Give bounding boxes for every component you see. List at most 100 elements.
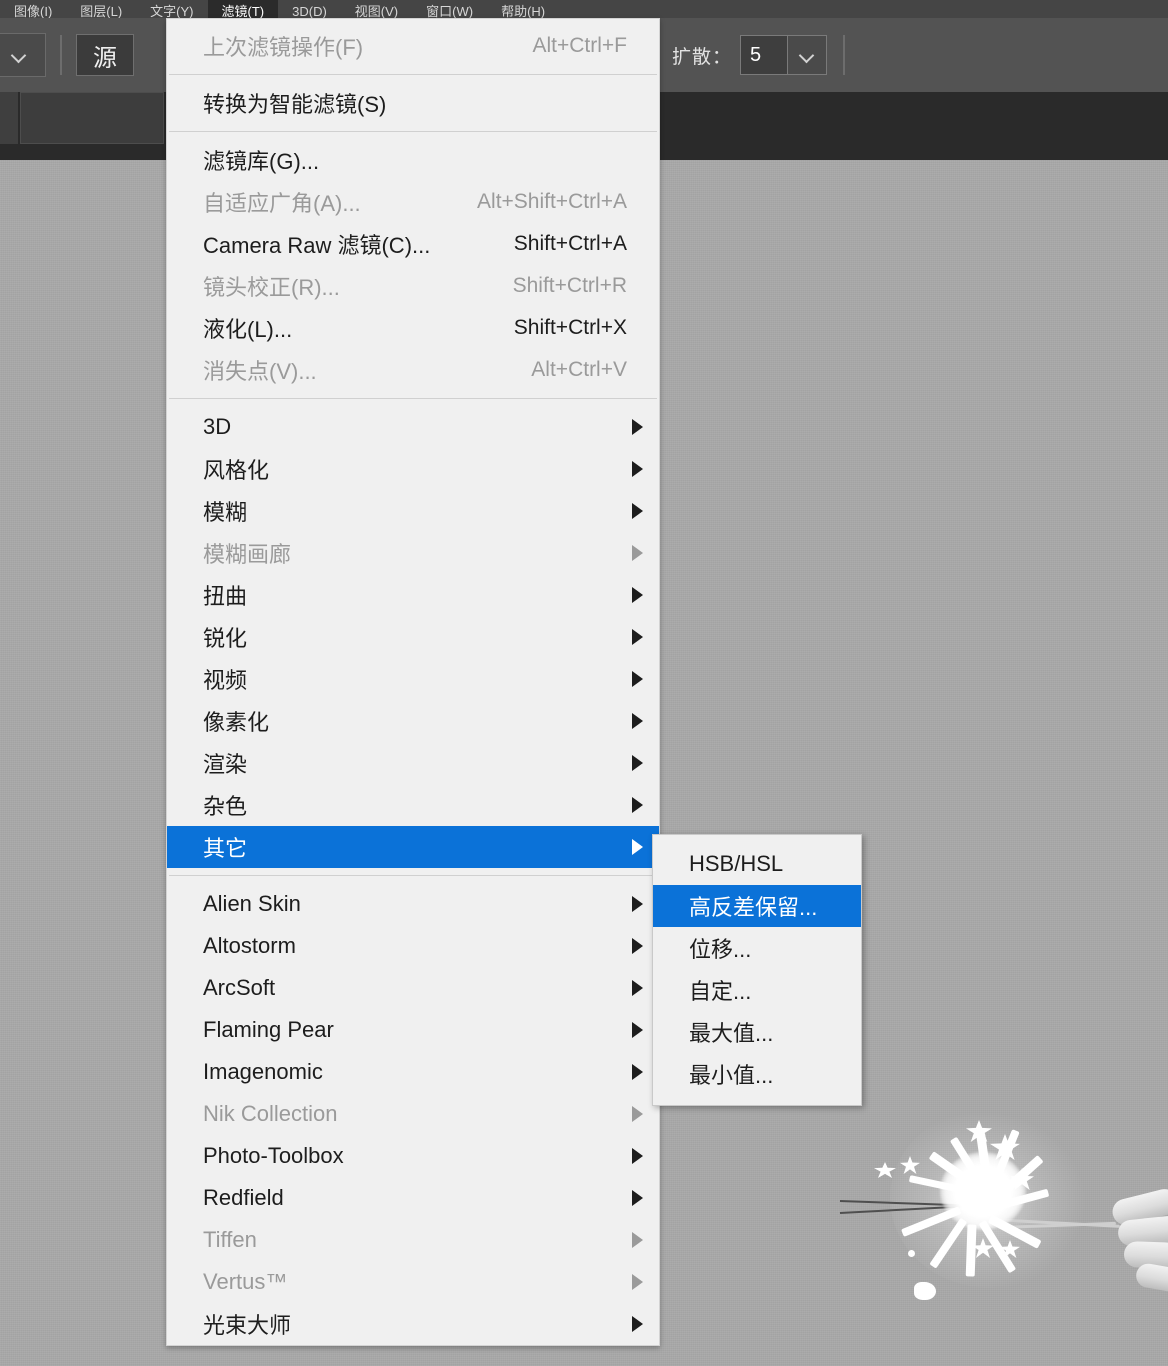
filter-menu-item: 模糊画廊: [167, 532, 659, 574]
filter-menu-dropdown[interactable]: 上次滤镜操作(F) Alt+Ctrl+F 转换为智能滤镜(S) 滤镜库(G)... 自适…: [166, 18, 660, 1346]
options-divider: [843, 35, 846, 75]
document-tab[interactable]: [20, 92, 164, 144]
submenu-arrow-icon: [632, 839, 643, 855]
diffuse-dropdown-button[interactable]: [787, 36, 827, 74]
filter-menu-item[interactable]: 像素化: [167, 700, 659, 742]
submenu-arrow-icon: [632, 713, 643, 729]
submenu-arrow-icon: [632, 797, 643, 813]
filter-menu-item[interactable]: 视频: [167, 658, 659, 700]
filter-menu-item-shortcut: Shift+Ctrl+A: [513, 232, 627, 255]
filter-menu-item-label: 上次滤镜操作(F): [203, 35, 364, 60]
hand-finger: [1134, 1261, 1168, 1295]
filter-menu-item[interactable]: Photo-Toolbox: [167, 1135, 659, 1177]
diffuse-value[interactable]: 5: [741, 36, 787, 74]
menubar-item-4[interactable]: 3D(D): [278, 0, 341, 18]
menu-separator: [169, 398, 657, 399]
filter-menu-item[interactable]: 其它: [167, 826, 659, 868]
filter-menu-item[interactable]: Camera Raw 滤镜(C)... Shift+Ctrl+A: [167, 223, 659, 265]
filter-menu-item-label: Flaming Pear: [203, 1017, 334, 1042]
filter-menu-item-label: Tiffen: [203, 1227, 257, 1252]
photoshop-window: 图像(I) 图层(L) 文字(Y) 滤镜(T) 3D(D) 视图(V) 窗口(W) 帮助(H)…: [0, 0, 1168, 1366]
filter-menu-item[interactable]: ArcSoft: [167, 967, 659, 1009]
filter-menu-item[interactable]: 转换为智能滤镜(S): [167, 82, 659, 124]
filter-menu-item-label: Altostorm: [203, 933, 296, 958]
submenu-arrow-icon: [632, 1148, 643, 1164]
filter-menu-item[interactable]: Imagenomic: [167, 1051, 659, 1093]
filter-menu-item: 消失点(V)... Alt+Ctrl+V: [167, 349, 659, 391]
submenu-arrow-icon: [632, 545, 643, 561]
submenu-arrow-icon: [632, 671, 643, 687]
spark-flake: [914, 1282, 936, 1300]
other-submenu-item[interactable]: 高反差保留...: [653, 885, 861, 927]
options-divider: [60, 35, 62, 75]
menu-separator: [169, 74, 657, 75]
submenu-arrow-icon: [632, 419, 643, 435]
filter-menu-item[interactable]: 光束大师: [167, 1303, 659, 1345]
submenu-arrow-icon: [632, 1274, 643, 1290]
filter-menu-item-label: ArcSoft: [203, 975, 276, 1000]
filter-menu-item: 镜头校正(R)... Shift+Ctrl+R: [167, 265, 659, 307]
filter-menu-item-label: 镜头校正(R)...: [203, 275, 340, 300]
submenu-arrow-icon: [632, 1190, 643, 1206]
menubar-item-5[interactable]: 视图(V): [341, 0, 412, 18]
filter-menu-item[interactable]: 扭曲: [167, 574, 659, 616]
filter-menu-item-label: Redfield: [203, 1185, 284, 1210]
filter-menu-item-label: 3D: [203, 414, 232, 439]
submenu-arrow-icon: [632, 629, 643, 645]
menubar-item-2[interactable]: 文字(Y): [136, 0, 207, 18]
other-submenu-item[interactable]: 最大值...: [653, 1011, 861, 1053]
filter-menu-item-label: Imagenomic: [203, 1059, 323, 1084]
submenu-arrow-icon: [632, 755, 643, 771]
filter-menu-item: 上次滤镜操作(F) Alt+Ctrl+F: [167, 25, 659, 67]
submenu-arrow-icon: [632, 896, 643, 912]
filter-menu-item[interactable]: 3D: [167, 406, 659, 448]
filter-menu-item[interactable]: 风格化: [167, 448, 659, 490]
filter-menu-item-label: Alien Skin: [203, 891, 301, 916]
filter-menu-item-shortcut: Shift+Ctrl+R: [512, 274, 627, 297]
filter-menu-item[interactable]: 液化(L)... Shift+Ctrl+X: [167, 307, 659, 349]
other-submenu-item[interactable]: 自定...: [653, 969, 861, 1011]
filter-menu-item[interactable]: Alien Skin: [167, 883, 659, 925]
other-submenu-item[interactable]: 位移...: [653, 927, 861, 969]
menu-bar: 图像(I) 图层(L) 文字(Y) 滤镜(T) 3D(D) 视图(V) 窗口(W) 帮助(H): [0, 0, 1168, 18]
filter-menu-item-shortcut: Alt+Ctrl+V: [531, 358, 627, 381]
menubar-item-3[interactable]: 滤镜(T): [207, 0, 279, 18]
filter-menu-item-label: 滤镜库(G)...: [203, 149, 320, 174]
source-button[interactable]: 源: [76, 34, 134, 76]
filter-menu-item-label: 消失点(V)...: [203, 359, 317, 384]
filter-menu-item[interactable]: 渲染: [167, 742, 659, 784]
filter-menu-item-label: Nik Collection: [203, 1101, 338, 1126]
menubar-item-7[interactable]: 帮助(H): [487, 0, 559, 18]
menu-separator: [169, 875, 657, 876]
filter-menu-item[interactable]: Redfield: [167, 1177, 659, 1219]
submenu-arrow-icon: [632, 1064, 643, 1080]
chevron-down-icon: [799, 47, 815, 63]
filter-menu-item: 自适应广角(A)... Alt+Shift+Ctrl+A: [167, 181, 659, 223]
filter-menu-item-label: 渲染: [203, 752, 248, 777]
other-submenu-item[interactable]: 最小值...: [653, 1053, 861, 1095]
filter-menu-item-label: Photo-Toolbox: [203, 1143, 344, 1168]
menubar-item-6[interactable]: 窗口(W): [412, 0, 487, 18]
diffuse-field[interactable]: 5: [740, 35, 828, 75]
filter-menu-item-label: 视频: [203, 668, 248, 693]
filter-menu-item: Tiffen: [167, 1219, 659, 1261]
filter-menu-item-label: 扭曲: [203, 584, 248, 609]
filter-menu-item-shortcut: Shift+Ctrl+X: [513, 316, 627, 339]
filter-menu-item[interactable]: 杂色: [167, 784, 659, 826]
filter-menu-item[interactable]: 锐化: [167, 616, 659, 658]
filter-menu-item-label: 其它: [203, 836, 248, 861]
filter-menu-item[interactable]: 模糊: [167, 490, 659, 532]
filter-menu-item[interactable]: Flaming Pear: [167, 1009, 659, 1051]
submenu-arrow-icon: [632, 980, 643, 996]
tool-preset-dropdown[interactable]: [0, 33, 46, 77]
filter-menu-item[interactable]: Altostorm: [167, 925, 659, 967]
filter-menu-item: Nik Collection: [167, 1093, 659, 1135]
filter-menu-item: Vertus™: [167, 1261, 659, 1303]
other-filter-submenu[interactable]: HSB/HSL 高反差保留... 位移... 自定... 最大值... 最小值...: [652, 834, 862, 1106]
other-submenu-item[interactable]: HSB/HSL: [653, 843, 861, 885]
filter-menu-item[interactable]: 滤镜库(G)...: [167, 139, 659, 181]
menubar-item-1[interactable]: 图层(L): [66, 0, 136, 18]
menubar-item-0[interactable]: 图像(I): [0, 0, 66, 18]
spark-ray: [965, 1224, 977, 1277]
filter-menu-item-shortcut: Alt+Shift+Ctrl+A: [477, 190, 627, 213]
